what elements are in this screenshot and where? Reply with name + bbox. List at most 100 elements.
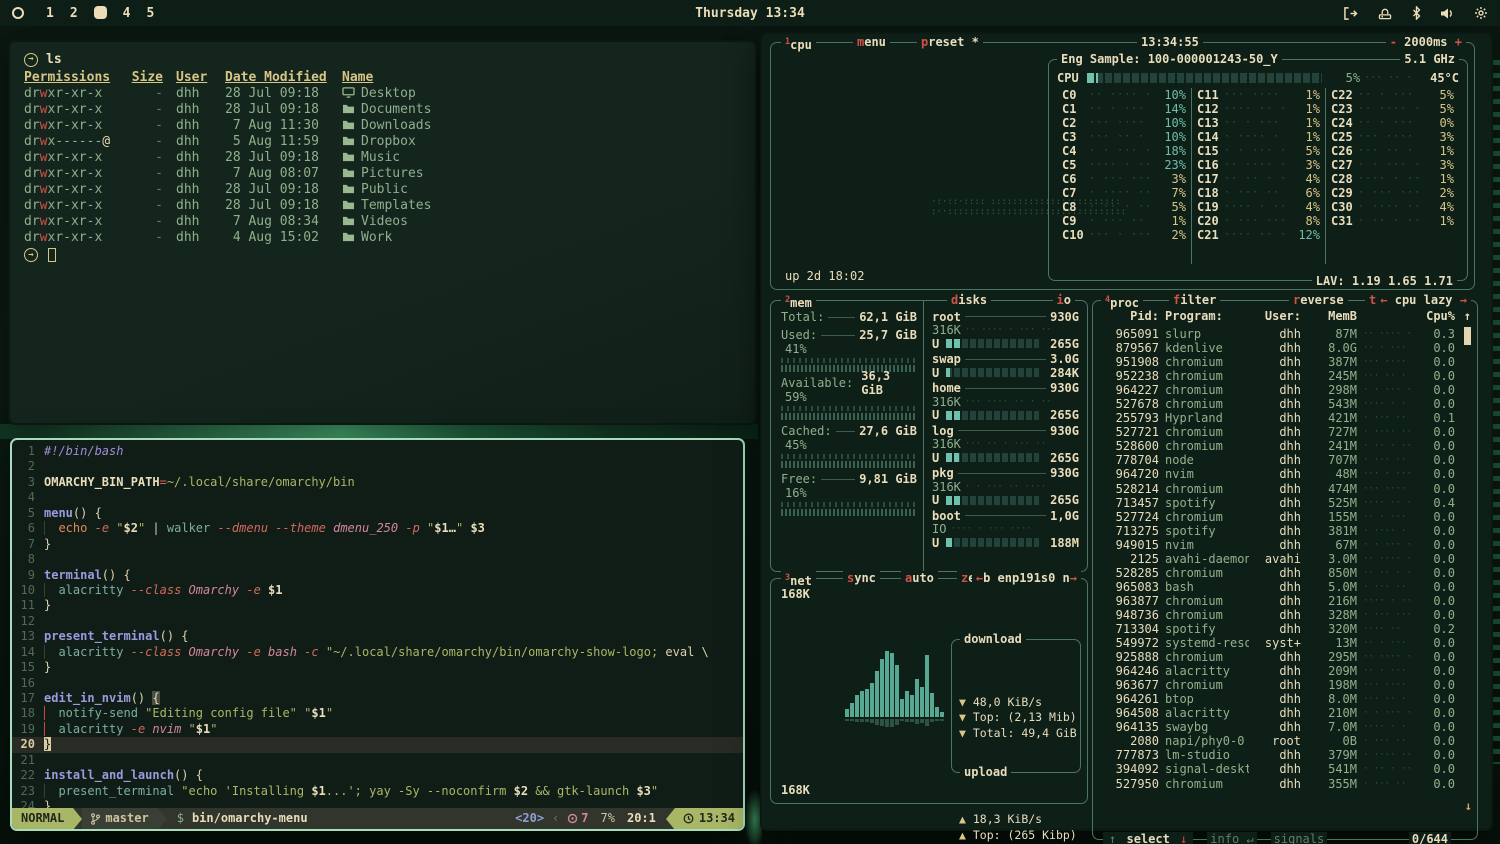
update-interval-control[interactable]: - 2000ms +: [1386, 35, 1466, 50]
process-row[interactable]: 964261btopdhh8.0M··· ·· · 0.0: [1101, 692, 1455, 706]
process-row[interactable]: 949015nvimdhh67M· · ··· ·0.0: [1101, 538, 1455, 552]
path-separator: $: [177, 811, 184, 826]
core-row: C12···· ·· · ·1%: [1197, 102, 1320, 116]
process-row[interactable]: 879567kdenlivedhh8.0G·· · ··· 0.0: [1101, 341, 1455, 355]
code-line[interactable]: 1#!/bin/bash: [12, 444, 743, 459]
process-row[interactable]: 713304spotifydhh320M ···· ·· 0.2: [1101, 622, 1455, 636]
code-line[interactable]: 17edit_in_nvim() {: [12, 691, 743, 706]
process-row[interactable]: 963677chromiumdhh198M··· ···· 0.0: [1101, 678, 1455, 692]
process-row[interactable]: 964135swaybgdhh7.0M ···· · ·0.0: [1101, 720, 1455, 734]
process-row[interactable]: 528214chromiumdhh474M ··· ····0.0: [1101, 482, 1455, 496]
process-row[interactable]: 778704nodedhh707M· ··· ·· 0.0: [1101, 453, 1455, 467]
omarchy-logo-icon[interactable]: [12, 7, 24, 19]
process-row[interactable]: 777873lm-studiodhh379M· ···· ··0.0: [1101, 748, 1455, 762]
process-row[interactable]: 713275spotifydhh381M· ···· · 0.0: [1101, 524, 1455, 538]
process-row[interactable]: 394092signal-desktopdhh541M· ·· · ··0.0: [1101, 762, 1455, 776]
core-row: C22 ·· · ··· ·5%: [1331, 88, 1454, 102]
process-row[interactable]: 948736chromiumdhh328M· ··· ···0.0: [1101, 608, 1455, 622]
cpu-panel-title[interactable]: 1cpu: [781, 35, 816, 53]
volume-icon[interactable]: [1440, 7, 1455, 20]
process-row[interactable]: 965083bashdhh5.0M · ··· ··0.0: [1101, 580, 1455, 594]
process-row[interactable]: 964227chromiumdhh298M· · ··· ·0.0: [1101, 383, 1455, 397]
code-line[interactable]: 15}: [12, 660, 743, 675]
code-line[interactable]: 7}: [12, 537, 743, 552]
process-row[interactable]: 527724chromiumdhh155M·· · ··· 0.0: [1101, 510, 1455, 524]
proc-scrollbar-thumb[interactable]: [1464, 327, 1471, 345]
bluetooth-icon[interactable]: [1412, 6, 1421, 20]
code-line[interactable]: 6▏ echo -e "$2" | walker --dmenu --theme…: [12, 521, 743, 536]
process-row[interactable]: 964508alacrittydhh210M· · ··· ·0.0: [1101, 706, 1455, 720]
file-name: Public: [342, 182, 755, 198]
process-row[interactable]: 925888chromiumdhh295M·· ···· ·0.0: [1101, 650, 1455, 664]
process-row[interactable]: 527721chromiumdhh727M· ···· ··0.0: [1101, 425, 1455, 439]
code-line[interactable]: 16: [12, 676, 743, 691]
code-line[interactable]: 10▏ alacritty --class Omarchy -e $1: [12, 583, 743, 598]
net-auto-toggle[interactable]: auto: [901, 571, 938, 586]
code-line[interactable]: 19▏ alacritty -e nvim "$1": [12, 722, 743, 737]
terminal-window-ls[interactable]: → ls PermissionsSizeUserDate ModifiedNam…: [8, 40, 757, 425]
process-row[interactable]: 528600chromiumdhh241M· ·· · ··0.0: [1101, 439, 1455, 453]
editor-window[interactable]: 1#!/bin/bash23OMARCHY_BIN_PATH=~/.local/…: [10, 438, 745, 831]
core-row: C27· · ··· ·· 3%: [1331, 158, 1454, 172]
logout-icon[interactable]: [1343, 7, 1358, 20]
filename: bin/omarchy-menu: [192, 811, 308, 826]
preset-button[interactable]: preset *: [917, 35, 983, 50]
core-row: C4· · ··· ·· 18%: [1062, 144, 1186, 158]
code-line[interactable]: 9terminal() {: [12, 568, 743, 583]
settings-gear-icon[interactable]: [1474, 6, 1488, 20]
top-bar: 1245 Thursday 13:34: [0, 0, 1500, 26]
code-line[interactable]: 3OMARCHY_BIN_PATH=~/.local/share/omarchy…: [12, 475, 743, 490]
shell-prompt: → ls: [24, 52, 755, 67]
process-row[interactable]: 527678chromiumdhh543M ···· · ·0.0: [1101, 397, 1455, 411]
filter-button[interactable]: filter: [1169, 293, 1220, 308]
btop-window[interactable]: 1cpu menu preset * 13:34:55 - 2000ms + ·…: [760, 32, 1493, 831]
code-line[interactable]: 22install_and_launch() {: [12, 768, 743, 783]
process-row[interactable]: 964246alacrittydhh209M·· · ··· 0.0: [1101, 664, 1455, 678]
sort-column-switcher[interactable]: ← cpu lazy →: [1376, 293, 1471, 308]
info-hint[interactable]: info ↵: [1207, 832, 1256, 844]
scroll-down-icon[interactable]: ↓: [1465, 799, 1472, 813]
code-line[interactable]: 8: [12, 552, 743, 567]
process-row[interactable]: 2080napi/phy0-0root0B · ··· ··0.0: [1101, 734, 1455, 748]
code-line[interactable]: 23▏ present_terminal "echo 'Installing $…: [12, 784, 743, 799]
code-line[interactable]: 4: [12, 490, 743, 505]
process-row[interactable]: 549972systemd-resolvesyst+13M ·· · ···0.…: [1101, 636, 1455, 650]
process-row[interactable]: 965091slurpdhh87M·· ···· ·0.3: [1101, 327, 1455, 341]
net-sync-toggle[interactable]: sync: [843, 571, 880, 586]
shell-prompt-new[interactable]: →: [24, 248, 755, 262]
workspace-4[interactable]: 4: [123, 6, 131, 21]
workspace-active-indicator[interactable]: [94, 6, 107, 19]
process-row[interactable]: 2125avahi-daemonavahi3.0M·· ···· ·0.0: [1101, 552, 1455, 566]
process-row[interactable]: 951908chromiumdhh387M··· ···· 0.0: [1101, 355, 1455, 369]
select-hint[interactable]: ↑ select ↓: [1103, 832, 1193, 844]
code-line[interactable]: 24}: [12, 799, 743, 808]
code-line[interactable]: 2: [12, 459, 743, 474]
code-line[interactable]: 14▏ alacritty --class Omarchy -e bash -c…: [12, 645, 743, 660]
process-row[interactable]: 527950chromiumdhh355M· ··· ·· 0.0: [1101, 777, 1455, 791]
signals-hint[interactable]: signals: [1271, 832, 1328, 844]
net-interface-switcher[interactable]: ←b enp191s0 n→: [972, 571, 1081, 586]
reverse-button[interactable]: reverse: [1289, 293, 1348, 308]
workspace-2[interactable]: 2: [70, 6, 78, 21]
code-line[interactable]: 11}: [12, 598, 743, 613]
process-row[interactable]: 964720nvimdhh48M··· · ···0.0: [1101, 467, 1455, 481]
code-line[interactable]: 12: [12, 614, 743, 629]
code-line[interactable]: 20}: [12, 737, 743, 752]
proc-panel-title[interactable]: 4proc: [1101, 293, 1143, 311]
workspace-5[interactable]: 5: [146, 6, 154, 21]
command-text: ls: [46, 52, 62, 67]
code-line[interactable]: 5menu() {: [12, 506, 743, 521]
sort-direction-icon[interactable]: ↑: [1464, 309, 1471, 323]
workspace-1[interactable]: 1: [46, 6, 54, 21]
code-line[interactable]: 18▏ notify-send "Editing config file" "$…: [12, 706, 743, 721]
process-row[interactable]: 713457spotifydhh525M···· ·· ·0.4: [1101, 496, 1455, 510]
menu-button[interactable]: menu: [853, 35, 890, 50]
process-row[interactable]: 952238chromiumdhh245M··· ·· · 0.0: [1101, 369, 1455, 383]
code-line[interactable]: 21: [12, 753, 743, 768]
process-row[interactable]: 963877chromiumdhh216M···· · ··0.0: [1101, 594, 1455, 608]
code-area[interactable]: 1#!/bin/bash23OMARCHY_BIN_PATH=~/.local/…: [12, 440, 743, 808]
network-icon[interactable]: [1377, 7, 1393, 20]
process-row[interactable]: 528285chromiumdhh850M·· ·· · ·0.0: [1101, 566, 1455, 580]
process-row[interactable]: 255793Hyprlanddhh421M · ··· ··0.1: [1101, 411, 1455, 425]
code-line[interactable]: 13present_terminal() {: [12, 629, 743, 644]
